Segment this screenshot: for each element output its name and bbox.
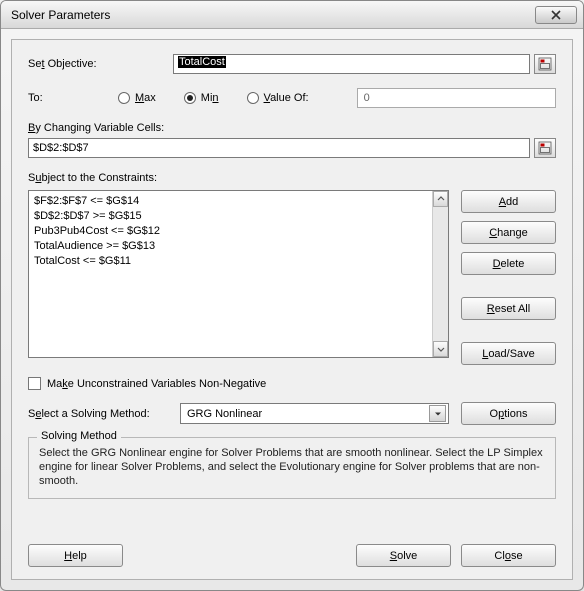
reset-all-button[interactable]: Reset All <box>461 297 556 320</box>
dropdown-button[interactable] <box>429 405 446 422</box>
delete-button[interactable]: Delete <box>461 252 556 275</box>
close-icon <box>551 10 561 20</box>
radio-min[interactable]: Min <box>184 92 219 104</box>
add-button[interactable]: Add <box>461 190 556 213</box>
constraints-listbox[interactable]: $F$2:$F$7 <= $G$14$D$2:$D$7 >= $G$15Pub3… <box>28 190 449 358</box>
chevron-up-icon <box>437 195 445 203</box>
scroll-down-button[interactable] <box>433 341 448 357</box>
constraints-list-content: $F$2:$F$7 <= $G$14$D$2:$D$7 >= $G$15Pub3… <box>29 191 432 357</box>
changing-cells-input[interactable] <box>28 138 530 158</box>
window-close-button[interactable] <box>535 6 577 24</box>
titlebar[interactable]: Solver Parameters <box>1 1 583 29</box>
radio-valueof-circle <box>247 92 259 104</box>
radio-value-of[interactable]: Value Of: <box>247 92 309 104</box>
scroll-track[interactable] <box>433 207 448 341</box>
constraint-item[interactable]: TotalAudience >= $G$13 <box>34 239 427 254</box>
constraint-item[interactable]: TotalCost <= $G$11 <box>34 254 427 269</box>
solving-method-help-text: Select the GRG Nonlinear engine for Solv… <box>39 446 545 488</box>
nonneg-checkbox-row[interactable]: Make Unconstrained Variables Non-Negativ… <box>28 377 556 390</box>
objective-input[interactable]: TotalCost <box>173 54 530 74</box>
radio-max[interactable]: Max <box>118 92 156 104</box>
chevron-down-icon <box>437 345 445 353</box>
solver-parameters-window: Solver Parameters Set Objective: TotalCo… <box>0 0 584 591</box>
dialog-button-row: Help Solve Close <box>28 528 556 567</box>
constraints-scrollbar[interactable] <box>432 191 448 357</box>
range-picker-icon <box>538 141 552 155</box>
range-picker-icon <box>538 57 552 71</box>
objective-label: Set Objective: <box>28 58 173 70</box>
solving-method-dropdown[interactable]: GRG Nonlinear <box>180 403 449 424</box>
change-button[interactable]: Change <box>461 221 556 244</box>
chevron-down-icon <box>434 410 442 418</box>
solving-method-groupbox: Solving Method Select the GRG Nonlinear … <box>28 437 556 499</box>
scroll-up-button[interactable] <box>433 191 448 207</box>
close-button[interactable]: Close <box>461 544 556 567</box>
solve-button[interactable]: Solve <box>356 544 451 567</box>
radio-min-circle <box>184 92 196 104</box>
nonneg-checkbox[interactable] <box>28 377 41 390</box>
objective-row: Set Objective: TotalCost <box>28 54 556 74</box>
constraints-label: Subject to the Constraints: <box>28 172 556 184</box>
nonneg-checkbox-label: Make Unconstrained Variables Non-Negativ… <box>47 378 266 390</box>
objective-value-selected: TotalCost <box>178 56 226 68</box>
value-of-input[interactable] <box>357 88 556 108</box>
radio-max-circle <box>118 92 130 104</box>
help-button[interactable]: Help <box>28 544 123 567</box>
solving-method-value: GRG Nonlinear <box>187 408 429 420</box>
constraint-item[interactable]: $D$2:$D$7 >= $G$15 <box>34 209 427 224</box>
groupbox-legend: Solving Method <box>37 430 121 442</box>
options-button[interactable]: Options <box>461 402 556 425</box>
objective-range-picker-button[interactable] <box>534 54 556 74</box>
changing-range-picker-button[interactable] <box>534 138 556 158</box>
to-row: To: Max Min Value Of: <box>28 88 556 108</box>
load-save-button[interactable]: Load/Save <box>461 342 556 365</box>
changing-label: By Changing Variable Cells: <box>28 122 556 134</box>
constraint-item[interactable]: $F$2:$F$7 <= $G$14 <box>34 194 427 209</box>
to-label: To: <box>28 92 78 104</box>
constraint-item[interactable]: Pub3Pub4Cost <= $G$12 <box>34 224 427 239</box>
solving-method-label: Select a Solving Method: <box>28 408 168 420</box>
solving-method-row: Select a Solving Method: GRG Nonlinear O… <box>28 402 556 425</box>
window-title: Solver Parameters <box>11 8 535 22</box>
dialog-body: Set Objective: TotalCost To: <box>11 39 573 580</box>
constraint-buttons: Add Change Delete Reset All Load/Save <box>461 190 556 365</box>
